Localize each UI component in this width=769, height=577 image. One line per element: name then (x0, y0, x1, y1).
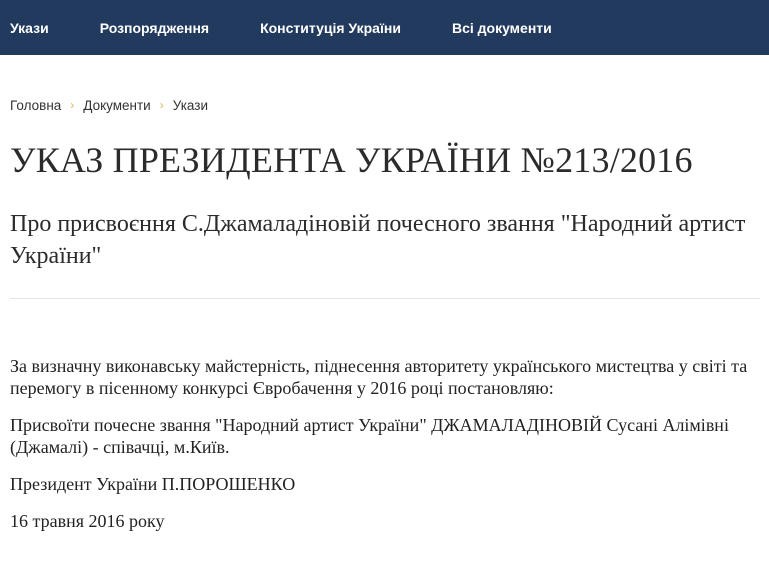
document-paragraph-preamble: За визначну виконавську майстерність, пі… (10, 356, 748, 398)
breadcrumb-documents-link[interactable]: Документи (83, 98, 150, 113)
divider (10, 298, 760, 299)
document-subtitle: Про присвоєння С.Джамаладіновій почесног… (10, 211, 746, 269)
document-paragraph-decision: Присвоїти почесне звання "Народний артис… (10, 415, 729, 457)
main-content: Головна › Документи › Укази УКАЗ ПРЕЗИДЕ… (0, 96, 769, 532)
top-navigation: Укази Розпорядження Конституція України … (0, 0, 769, 55)
nav-link-decrees[interactable]: Укази (10, 20, 49, 36)
nav-link-all-documents[interactable]: Всі документи (452, 20, 552, 36)
breadcrumb: Головна › Документи › Укази (10, 96, 759, 114)
document-body: За визначну виконавську майстерність, пі… (10, 355, 759, 532)
document-signature: Президент України П.ПОРОШЕНКО (10, 474, 296, 494)
breadcrumb-home-link[interactable]: Головна (10, 98, 61, 113)
page-title: УКАЗ ПРЕЗИДЕНТА УКРАЇНИ №213/2016 (10, 140, 693, 180)
document-date: 16 травня 2016 року (10, 511, 165, 531)
nav-link-orders[interactable]: Розпорядження (100, 20, 209, 36)
breadcrumb-decrees-link[interactable]: Укази (173, 98, 208, 113)
nav-link-constitution[interactable]: Конституція України (260, 20, 401, 36)
chevron-right-icon: › (159, 98, 164, 112)
chevron-right-icon: › (70, 98, 75, 112)
